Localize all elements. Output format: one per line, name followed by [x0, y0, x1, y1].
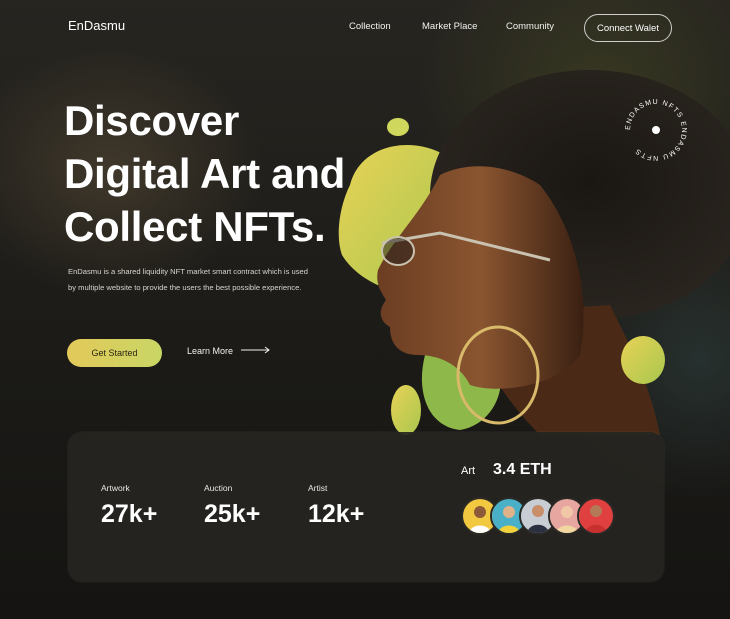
learn-more-link[interactable]: Learn More — [187, 346, 271, 356]
headline-line-3: Collect NFTs. — [64, 203, 326, 250]
nav-link-market-place[interactable]: Market Place — [422, 21, 477, 32]
stat-label-artist: Artist — [308, 483, 328, 493]
stat-value-artwork: 27k+ — [101, 500, 158, 528]
nav-link-collection[interactable]: Collection — [349, 21, 391, 32]
stat-label-artwork: Artwork — [101, 483, 130, 493]
connect-wallet-button[interactable]: Connect Walet — [584, 14, 672, 42]
art-price-value: 3.4 ETH — [493, 461, 552, 478]
stat-label-auction: Auction — [204, 483, 233, 493]
headline-line-1: Discover — [64, 97, 240, 144]
headline-line-2: Digital Art and — [64, 150, 345, 197]
nav-link-community[interactable]: Community — [506, 21, 554, 32]
get-started-button[interactable]: Get Started — [67, 339, 162, 367]
avatar-5[interactable] — [577, 497, 615, 535]
hero-description: EnDasmu is a shared liquidity NFT market… — [68, 267, 308, 292]
art-price-label: Art — [461, 465, 476, 477]
stat-value-artist: 12k+ — [308, 500, 365, 528]
brand-logo[interactable]: EnDasmu — [68, 18, 125, 33]
hero-headline: Discover Digital Art and Collect NFTs. — [64, 94, 384, 253]
stat-value-auction: 25k+ — [204, 500, 261, 528]
endasmu-nfts-badge: ENDASMU NFTS ENDASMU NFTS — [622, 96, 690, 164]
arrow-right-icon — [241, 346, 271, 356]
learn-more-label: Learn More — [187, 346, 234, 356]
